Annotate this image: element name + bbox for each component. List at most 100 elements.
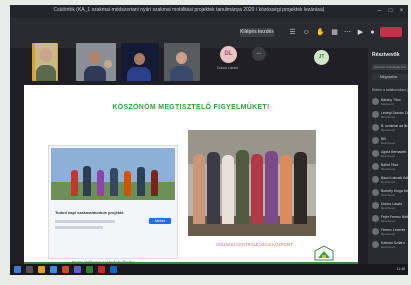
list-item[interactable]: Kálmán Szilárd Résztvevő xyxy=(372,241,408,249)
chat-icon[interactable]: ☰ xyxy=(288,28,297,37)
person-figure xyxy=(193,154,205,224)
video-tile[interactable] xyxy=(121,43,159,81)
list-item[interactable]: Fejér Ferenc Bálint Résztvevő xyxy=(372,215,408,223)
meeting-timer: Kilépés kezdés xyxy=(240,28,274,37)
section-header: Ebben a találkozóban (33) xyxy=(372,88,408,92)
website-screenshot-image: Tudod kapi szakmaimodule projekté kó Meh… xyxy=(48,145,178,259)
windows-taskbar: 11:46 xyxy=(10,264,408,275)
avatar xyxy=(372,163,379,170)
search-icon[interactable] xyxy=(26,266,33,273)
right-photo-caption: ONUŠKIU CENTRÁLKOZÁSI KÖZPONT xyxy=(216,242,293,247)
avatar xyxy=(372,228,379,235)
list-item[interactable]: Bacsi Lakcsik IldikóRésztvevő xyxy=(372,176,408,184)
app-icon[interactable] xyxy=(98,266,105,273)
share-button[interactable]: Megosztva xyxy=(372,74,408,80)
person-body xyxy=(84,66,106,81)
person-figure xyxy=(137,167,145,196)
avatar xyxy=(372,111,379,118)
list-item[interactable]: Bálint Tibor Résztvevő xyxy=(372,163,408,171)
person-figure xyxy=(71,170,78,196)
rooms-icon[interactable]: ▦ xyxy=(330,28,339,37)
participant-name: Dobos László xyxy=(217,66,239,70)
app-icon[interactable] xyxy=(62,266,69,273)
mic-icon[interactable]: ● xyxy=(368,28,377,37)
avatar xyxy=(372,202,379,209)
list-item[interactable]: Ágota Bernadett Résztvevő xyxy=(372,150,408,158)
list-item[interactable]: Ledegi Sandor ZoltanRésztvevő xyxy=(372,111,408,119)
person-figure xyxy=(207,152,220,224)
person-head xyxy=(104,60,112,68)
person-figure xyxy=(110,168,118,196)
reactions-icon[interactable]: ✋ xyxy=(316,28,325,37)
person-head xyxy=(176,52,187,64)
person-body xyxy=(36,65,56,81)
avatar xyxy=(372,241,379,248)
text-line xyxy=(55,226,103,229)
avatar xyxy=(372,98,379,105)
share-label: Megosztva xyxy=(380,75,397,79)
close-icon[interactable]: × xyxy=(397,7,406,15)
maximize-icon[interactable]: □ xyxy=(386,7,395,15)
person-figure xyxy=(294,152,307,224)
avatar xyxy=(372,215,379,222)
person-figure xyxy=(222,155,234,224)
list-item[interactable]: Ferenc Levente Résztvevő xyxy=(372,228,408,236)
avatar xyxy=(372,124,379,131)
video-tile[interactable] xyxy=(164,43,200,81)
people-icon[interactable]: ☺ xyxy=(302,28,311,37)
list-item[interactable]: Bárány Tibor Szervező xyxy=(372,98,408,106)
title-bar: Csütörtök (KA_1 szakmai-módszertani nyár… xyxy=(10,5,408,18)
person-figure xyxy=(280,155,292,224)
video-tile[interactable] xyxy=(35,43,57,81)
avatar xyxy=(372,176,379,183)
panel-title: Résztvevők xyxy=(372,52,400,58)
folder-icon[interactable] xyxy=(38,266,45,273)
participants-panel: Résztvevők Keresés személyek között Mego… xyxy=(368,48,408,275)
person-figure xyxy=(124,171,131,196)
card-title: Tudod kapi szakmaimodule projekté kó xyxy=(55,210,125,215)
person-figure xyxy=(265,151,278,224)
card-button[interactable]: Mehet xyxy=(149,218,171,224)
list-item[interactable]: Dobos László Résztvevő xyxy=(372,202,408,210)
more-icon[interactable]: ⋯ xyxy=(343,28,352,37)
person-figure xyxy=(236,150,249,224)
person-figure xyxy=(151,170,158,196)
shared-presentation-slide: KÖSZÖNÖM MEGTISZTELŐ FIGYELMÜKET! Tudod … xyxy=(24,85,358,270)
avatar[interactable]: JT xyxy=(314,50,329,65)
person-head xyxy=(40,48,52,62)
search-placeholder: Keresés személyek között xyxy=(374,65,406,69)
teams-icon[interactable] xyxy=(74,266,81,273)
video-tile[interactable] xyxy=(76,43,116,81)
camera-icon[interactable]: ▶ xyxy=(356,28,365,37)
person-head xyxy=(89,51,101,64)
organization-logo xyxy=(314,245,334,261)
person-head xyxy=(134,53,145,65)
list-item[interactable]: Borbély Kinga MariaRésztvevő xyxy=(372,189,408,197)
person-figure xyxy=(97,170,104,196)
app-icon[interactable] xyxy=(86,266,93,273)
avatar xyxy=(372,137,379,144)
group-photo xyxy=(51,148,175,200)
meeting-window: Csütörtök (KA_1 szakmai-módszertani nyár… xyxy=(10,5,408,275)
minimize-icon[interactable]: – xyxy=(375,7,384,15)
clock: 11:46 xyxy=(396,267,406,271)
avatar xyxy=(372,150,379,157)
avatar xyxy=(372,189,379,196)
browser-icon[interactable] xyxy=(50,266,57,273)
leave-button[interactable] xyxy=(380,27,402,37)
slide-title: KÖSZÖNÖM MEGTISZTELŐ FIGYELMÜKET! xyxy=(112,104,270,111)
team-photo xyxy=(188,130,316,236)
search-input[interactable]: Keresés személyek között xyxy=(372,64,408,70)
start-icon[interactable] xyxy=(14,266,21,273)
person-figure xyxy=(83,166,91,196)
avatar[interactable]: DL xyxy=(220,46,237,63)
list-item[interactable]: B. szakmai ad lib Résztvevő xyxy=(372,124,408,132)
participant-avatar-icon[interactable]: ⋯ xyxy=(252,47,266,61)
text-line xyxy=(55,220,115,223)
window-title: Csütörtök (KA_1 szakmai-módszertani nyár… xyxy=(53,7,325,13)
person-body xyxy=(127,67,151,81)
app-icon[interactable] xyxy=(110,266,117,273)
person-figure xyxy=(251,154,263,224)
person-body xyxy=(170,66,193,81)
list-item[interactable]: BB Résztvevő xyxy=(372,137,408,145)
